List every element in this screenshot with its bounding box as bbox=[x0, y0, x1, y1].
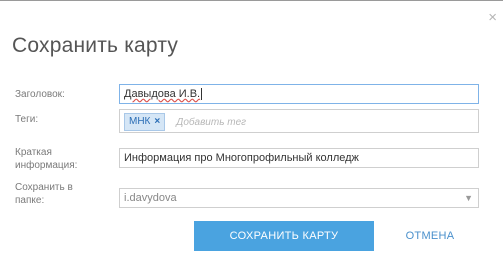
save-map-button[interactable]: СОХРАНИТЬ КАРТУ bbox=[194, 221, 374, 251]
tags-input[interactable]: МНК × Добавить тег bbox=[119, 109, 479, 133]
summary-input-value: Информация про Многопрофильный колледж bbox=[124, 152, 359, 164]
summary-label-line1: Краткая bbox=[15, 147, 52, 158]
window-top-border bbox=[0, 0, 503, 1]
text-caret bbox=[201, 88, 203, 101]
dialog-title: Сохранить карту bbox=[12, 34, 179, 57]
folder-select[interactable]: i.davydova ▼ bbox=[119, 188, 479, 208]
tags-label: Теги: bbox=[15, 114, 39, 125]
summary-label-line2: информация: bbox=[15, 160, 78, 171]
folder-select-value: i.davydova bbox=[124, 192, 177, 204]
tag-remove-icon[interactable]: × bbox=[154, 116, 160, 127]
summary-input[interactable]: Информация про Многопрофильный колледж bbox=[119, 148, 479, 168]
cancel-button[interactable]: ОТМЕНА bbox=[395, 221, 465, 251]
close-icon[interactable]: × bbox=[488, 10, 497, 25]
tag-chip-label: МНК bbox=[129, 116, 151, 127]
folder-label-line1: Сохранить в bbox=[15, 182, 73, 193]
chevron-down-icon: ▼ bbox=[464, 193, 473, 203]
title-input[interactable]: Давыдова И.В. bbox=[119, 84, 479, 104]
title-label: Заголовок: bbox=[15, 89, 65, 100]
folder-label: Сохранить в папке: bbox=[15, 181, 73, 207]
folder-label-line2: папке: bbox=[15, 195, 45, 206]
title-input-value: Давыдова И.В. bbox=[124, 88, 201, 100]
tags-placeholder: Добавить тег bbox=[176, 116, 247, 128]
tag-chip: МНК × bbox=[124, 113, 166, 131]
summary-label: Краткая информация: bbox=[15, 146, 77, 172]
